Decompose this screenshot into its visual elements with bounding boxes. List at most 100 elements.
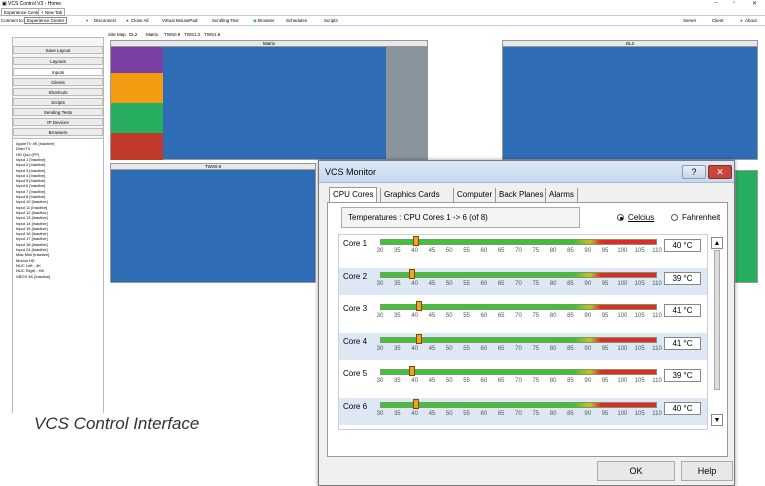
list-item[interactable]: Input 18 [Inactive] — [16, 242, 48, 247]
tab-cpu-cores[interactable]: CPU Cores — [329, 187, 378, 203]
help-button[interactable]: Help — [681, 461, 733, 481]
list-item[interactable]: Mocca HD — [16, 258, 35, 263]
list-item[interactable]: NUC Right - HD — [16, 268, 44, 273]
scripts-button[interactable]: Scripts — [13, 98, 103, 106]
scale-tick-label: 30 — [376, 410, 384, 417]
close-all-icon: ● — [126, 18, 129, 23]
core-label: Core 4 — [343, 336, 368, 346]
sending-tests-button[interactable]: Sending Tests — [13, 108, 103, 116]
toolbar-scripts[interactable]: Scripts — [324, 18, 338, 23]
matrix-tile-green[interactable] — [111, 103, 163, 133]
save-layout-button[interactable]: Save Layout — [13, 46, 103, 54]
list-item[interactable]: Input 16 [Inactive] — [16, 231, 48, 236]
list-item[interactable]: Input 6 [Inactive] — [16, 183, 45, 188]
list-item[interactable]: XBOX 4K [Inactive] — [16, 274, 50, 279]
core-row: Core 5 30 35 40 45 50 55 60 65 70 75 80 85 90 95 100 105… — [339, 365, 707, 392]
toolbar-schedules[interactable]: Schedules — [286, 18, 307, 23]
inputs-button[interactable]: Inputs — [13, 68, 103, 76]
matrix-panel[interactable]: Matrix — [110, 40, 428, 160]
tab-dl2[interactable]: DL2 — [129, 32, 137, 37]
toolbar-about[interactable]: About — [745, 18, 757, 23]
list-item[interactable]: Input 3 [Inactive] — [16, 168, 45, 173]
scale-tick-label: 110 — [652, 410, 662, 417]
core-label: Core 5 — [343, 369, 368, 378]
toolbar-disconnect[interactable]: Disconnect — [94, 18, 116, 23]
list-item[interactable]: AppleTV 4K [Inactive] — [16, 141, 54, 146]
list-item[interactable]: DirecTV — [16, 146, 30, 151]
close-button[interactable]: ✕ — [752, 0, 757, 7]
temperature-bar — [380, 268, 657, 279]
layouts-button[interactable]: Layouts — [13, 57, 103, 65]
list-item[interactable]: Input 13 [Inactive] — [16, 215, 48, 220]
matrix-tile-red[interactable] — [111, 133, 163, 160]
toolbar-server[interactable]: Server — [683, 18, 696, 23]
tab-computer[interactable]: Computer — [453, 188, 495, 202]
toolbar-client[interactable]: Client — [712, 18, 724, 23]
scroll-down-icon[interactable]: ▼ — [711, 414, 723, 426]
ip-devices-button[interactable]: IP Devices — [13, 118, 103, 126]
core-row: Core 3 30 35 40 45 50 55 60 65 70 75 80 85 90 95 100 105… — [339, 300, 707, 327]
tab-back-planes[interactable]: Back Planes — [495, 188, 546, 202]
list-item[interactable]: HD Quo (FP) — [16, 152, 39, 157]
vertical-scrollbar[interactable]: ▲ ▼ — [711, 234, 723, 430]
connect-select[interactable]: Experience Center — [24, 17, 68, 24]
scroll-thumb[interactable] — [714, 250, 720, 390]
tab-new[interactable]: + New Tab — [38, 8, 66, 16]
scale-tick-label: 60 — [480, 410, 488, 417]
list-item[interactable]: Input 7 [Inactive] — [16, 189, 45, 194]
clients-button[interactable]: Clients — [13, 78, 103, 86]
temperature-value: 40 °C — [664, 239, 701, 252]
scale-tick-label: 35 — [393, 313, 401, 319]
list-item[interactable]: Input 1 [Inactive] — [16, 157, 45, 162]
toolbar-close-all[interactable]: Close All — [131, 18, 149, 23]
tab-matrix[interactable]: Matrix — [146, 32, 158, 37]
toolbar-browser[interactable]: Browser — [258, 18, 275, 23]
list-item[interactable]: Input 11 [Inactive] — [16, 205, 47, 210]
tab-alarms[interactable]: Alarms — [545, 188, 578, 202]
scale-tick-label: 50 — [445, 410, 453, 417]
celsius-radio[interactable]: Celcius — [617, 213, 654, 222]
list-item[interactable]: Input 5 [Inactive] — [16, 178, 45, 183]
matrix-tile-purple[interactable] — [111, 47, 163, 73]
list-item[interactable]: Input 4 [Inactive] — [16, 173, 45, 178]
list-item[interactable]: Input 10 [Inactive] — [16, 199, 48, 204]
toolbar-scrolling-text[interactable]: Scrolling Text — [212, 18, 239, 23]
toolbar-mousepad[interactable]: Virtual MousePad — [162, 18, 197, 23]
scale-tick-label: 80 — [549, 248, 557, 254]
scroll-up-icon[interactable]: ▲ — [711, 237, 723, 249]
core-label: Core 2 — [343, 271, 368, 281]
list-item[interactable]: Input 15 [Inactive] — [16, 226, 48, 231]
tab-tws09[interactable]: TWS0.9 — [164, 32, 180, 37]
tab-tws16[interactable]: TWS1.6 — [204, 32, 220, 37]
list-item[interactable]: Input 2 [Inactive] — [16, 162, 45, 167]
browsers-button[interactable]: Browsers — [13, 128, 103, 136]
list-item[interactable]: NUC Left - 4K — [16, 263, 41, 268]
close-icon[interactable]: ✕ — [708, 165, 732, 179]
tws-panel[interactable]: TWS0.9 — [110, 163, 316, 283]
list-item[interactable]: Input 17 [Inactive] — [16, 236, 48, 241]
list-item[interactable]: Input 14 [Inactive] — [16, 221, 48, 226]
maximize-button[interactable]: ▫ — [733, 0, 735, 6]
dl2-panel[interactable]: DL2 — [502, 40, 758, 160]
dropdown-icon[interactable]: ▾ — [86, 18, 88, 24]
scale-tick-label: 35 — [393, 345, 401, 352]
ok-button[interactable]: OK — [597, 461, 675, 481]
help-icon[interactable]: ? — [682, 165, 706, 179]
temperature-marker-icon — [412, 236, 419, 246]
list-item[interactable]: Input 8 [Inactive] — [16, 194, 45, 199]
matrix-tile-orange[interactable] — [111, 73, 163, 103]
list-item[interactable]: Input 24 [Inactive] — [16, 247, 48, 252]
minimize-button[interactable]: – — [714, 0, 717, 6]
tab-site-map[interactable]: Site Map — [108, 32, 126, 37]
scale-tick-label: 40 — [411, 345, 418, 352]
list-item[interactable]: Input 12 [Inactive] — [16, 210, 48, 215]
tab-graphics-cards[interactable]: Graphics Cards — [380, 188, 443, 202]
matrix-tile-gray[interactable] — [386, 47, 428, 160]
shortcuts-button[interactable]: Shortcuts — [13, 88, 103, 96]
list-item[interactable]: Mac Mini [Inactive] — [16, 252, 49, 257]
scale-tick-label: 50 — [445, 313, 453, 319]
fahrenheit-radio[interactable]: Fahrenheit — [671, 213, 720, 222]
scale-tick-label: 70 — [515, 248, 522, 254]
green-panel-edge[interactable] — [735, 170, 758, 283]
tab-tws12[interactable]: TWS1.2 — [184, 32, 200, 37]
